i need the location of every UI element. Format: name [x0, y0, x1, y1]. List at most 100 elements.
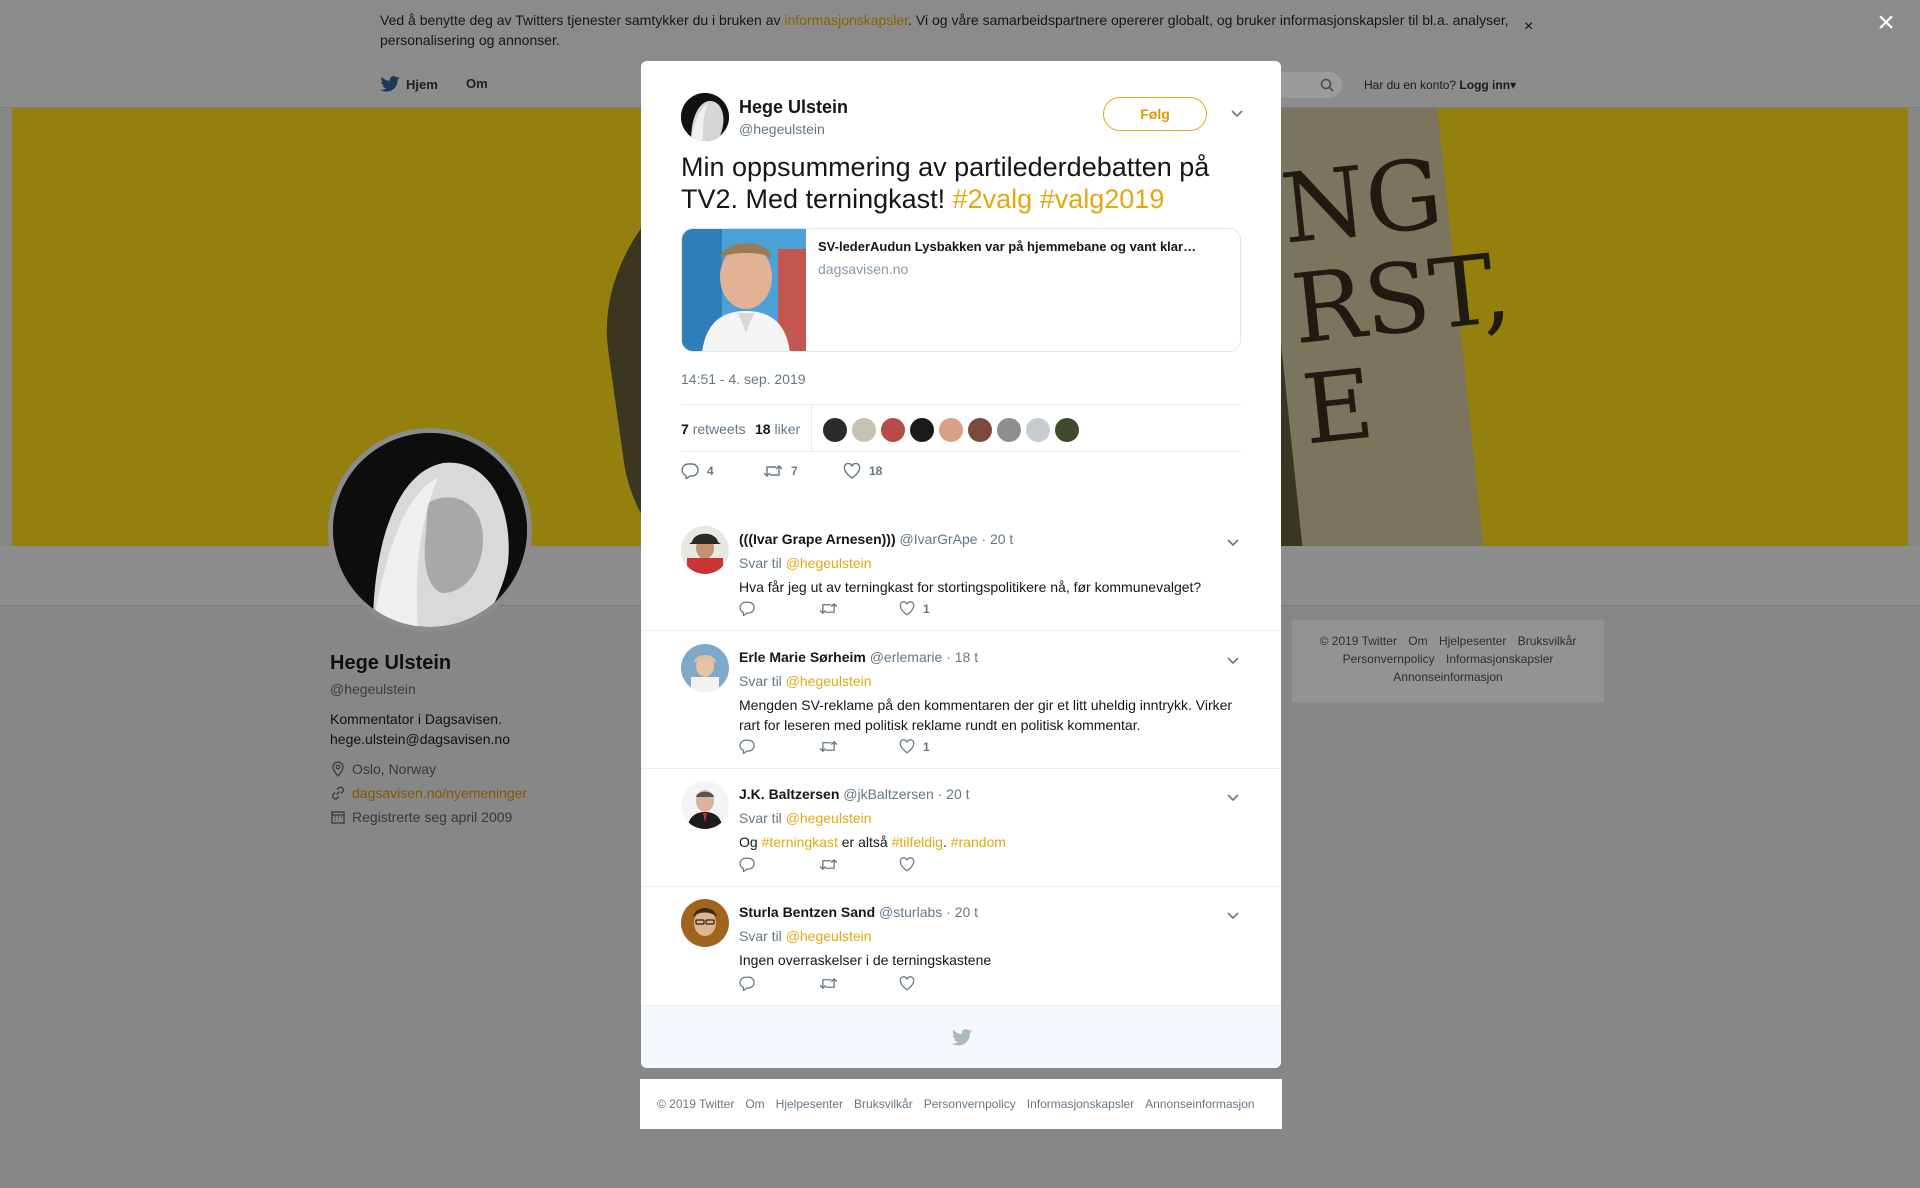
mention-link[interactable]: @hegeulstein	[786, 928, 872, 944]
reply-actions: 1	[739, 739, 1039, 755]
hashtag-link[interactable]: #random	[951, 834, 1006, 850]
heart-icon	[899, 976, 915, 991]
avatar-photo	[333, 433, 527, 627]
profile-avatar[interactable]	[328, 428, 532, 632]
retweet-button[interactable]	[819, 857, 838, 872]
nav-about[interactable]: Om	[466, 76, 488, 91]
mention-link[interactable]: @hegeulstein	[786, 673, 872, 689]
reply-time[interactable]: · 18 t	[946, 649, 978, 665]
reply-to: Svar til @hegeulstein	[739, 928, 872, 944]
banner-lettering: NG RST, E	[1276, 137, 1516, 467]
reply-button[interactable]	[739, 739, 755, 754]
profile-website-link[interactable]: dagsavisen.no/nyemeninger	[352, 785, 527, 801]
like-button[interactable]: 1	[899, 739, 930, 754]
profile-sidebar: Hege Ulstein @hegeulstein Kommentator i …	[330, 652, 630, 825]
footer-link[interactable]: Informasjonskapsler	[1027, 1097, 1134, 1111]
reply-author-handle[interactable]: @jkBaltzersen	[843, 786, 933, 802]
profile-link-row: dagsavisen.no/nyemeninger	[330, 785, 630, 801]
footer-link[interactable]: Personvernpolicy	[1343, 652, 1435, 666]
cookie-close-button[interactable]: ×	[1524, 18, 1533, 36]
reply-to: Svar til @hegeulstein	[739, 555, 872, 571]
footer-link[interactable]: Bruksvilkår	[1518, 634, 1577, 648]
hashtag-link[interactable]: #tilfeldig	[892, 834, 943, 850]
reply-avatar[interactable]	[681, 526, 729, 574]
footer-link[interactable]: Hjelpesenter	[1439, 634, 1506, 648]
footer-link[interactable]: Bruksvilkår	[854, 1097, 913, 1111]
reply-tweet[interactable]: Sturla Bentzen Sand @sturlabs · 20 t Sva…	[641, 887, 1281, 1005]
reply-button[interactable]	[739, 857, 755, 872]
retweet-button[interactable]	[819, 739, 838, 754]
footer-link[interactable]: Hjelpesenter	[776, 1097, 843, 1111]
retweet-icon	[819, 858, 838, 871]
reply-text-part: er altså	[837, 834, 892, 850]
reply-author-handle[interactable]: @sturlabs	[879, 904, 942, 920]
retweet-button[interactable]	[819, 976, 838, 991]
profile-bio: Kommentator i Dagsavisen. hege.ulstein@d…	[330, 709, 630, 749]
profile-bio-line: Kommentator i Dagsavisen.	[330, 711, 502, 727]
nav-home[interactable]: Hjem	[380, 76, 438, 92]
reply-avatar[interactable]	[681, 899, 729, 947]
close-icon[interactable]: ×	[1873, 8, 1899, 38]
heart-icon	[899, 601, 915, 616]
reply-icon	[739, 976, 755, 991]
heart-icon	[899, 857, 915, 872]
modal-bottom-footer: © 2019 Twitter Om Hjelpesenter Bruksvilk…	[640, 1079, 1282, 1129]
reply-to: Svar til @hegeulstein	[739, 673, 872, 689]
cookie-link[interactable]: informasjonskapsler	[784, 12, 908, 28]
retweet-icon	[819, 977, 838, 990]
like-button[interactable]	[899, 976, 923, 991]
footer-link[interactable]: Informasjonskapsler	[1446, 652, 1553, 666]
profile-handle[interactable]: @hegeulstein	[330, 681, 630, 697]
reply-avatar[interactable]	[681, 644, 729, 692]
profile-bio-email: hege.ulstein@dagsavisen.no	[330, 731, 511, 747]
calendar-icon	[331, 811, 345, 824]
reply-text: Og #terningkast er altså #tilfeldig. #ra…	[739, 832, 1239, 852]
reply-icon	[739, 601, 755, 616]
heart-icon	[899, 739, 915, 754]
reply-author-name[interactable]: J.K. Baltzersen	[739, 786, 839, 802]
reply-actions	[739, 857, 1039, 873]
chevron-down-icon[interactable]	[1227, 654, 1239, 668]
reply-author-name[interactable]: Erle Marie Sørheim	[739, 649, 866, 665]
reply-to-label: Svar til	[739, 810, 782, 826]
footer-link[interactable]: © 2019 Twitter	[657, 1097, 734, 1111]
like-button[interactable]: 1	[899, 601, 930, 616]
hashtag-link[interactable]: #terningkast	[762, 834, 838, 850]
chevron-down-icon[interactable]	[1227, 536, 1239, 550]
reply-like-count: 1	[923, 601, 930, 616]
reply-tweet[interactable]: J.K. Baltzersen @jkBaltzersen · 20 t Sva…	[641, 769, 1281, 887]
reply-icon	[739, 857, 755, 872]
mention-link[interactable]: @hegeulstein	[786, 555, 872, 571]
cookie-banner: Ved å benytte deg av Twitters tjenester …	[0, 0, 1920, 62]
retweet-button[interactable]	[819, 601, 838, 616]
reply-avatar[interactable]	[681, 781, 729, 829]
reply-author-handle[interactable]: @IvarGrApe	[900, 531, 978, 547]
reply-time[interactable]: · 20 t	[938, 786, 970, 802]
reply-actions	[739, 976, 1039, 992]
search-icon	[1320, 78, 1334, 92]
footer-link[interactable]: Om	[1408, 634, 1427, 648]
footer-link[interactable]: Annonseinformasjon	[1145, 1097, 1254, 1111]
chevron-down-icon[interactable]	[1227, 791, 1239, 805]
footer-link[interactable]: Annonseinformasjon	[1393, 670, 1502, 684]
reply-to-label: Svar til	[739, 928, 782, 944]
profile-joined-row: Registrerte seg april 2009	[330, 809, 630, 825]
reply-time[interactable]: · 20 t	[946, 904, 978, 920]
like-button[interactable]	[899, 857, 923, 872]
profile-name[interactable]: Hege Ulstein	[330, 652, 630, 675]
footer-link[interactable]: © 2019 Twitter	[1320, 634, 1397, 648]
reply-time[interactable]: · 20 t	[981, 531, 1013, 547]
reply-author-name[interactable]: (((Ivar Grape Arnesen)))	[739, 531, 896, 547]
mention-link[interactable]: @hegeulstein	[786, 810, 872, 826]
reply-actions: 1	[739, 601, 1039, 617]
reply-button[interactable]	[739, 976, 755, 991]
reply-button[interactable]	[739, 601, 755, 616]
reply-tweet[interactable]: (((Ivar Grape Arnesen))) @IvarGrApe · 20…	[641, 507, 1281, 631]
reply-tweet[interactable]: Erle Marie Sørheim @erlemarie · 18 t Sva…	[641, 631, 1281, 769]
reply-author-name[interactable]: Sturla Bentzen Sand	[739, 904, 875, 920]
footer-link[interactable]: Personvernpolicy	[924, 1097, 1016, 1111]
login-link[interactable]: Logg inn	[1459, 78, 1510, 92]
footer-link[interactable]: Om	[745, 1097, 764, 1111]
chevron-down-icon[interactable]	[1227, 909, 1239, 923]
reply-author-handle[interactable]: @erlemarie	[870, 649, 943, 665]
